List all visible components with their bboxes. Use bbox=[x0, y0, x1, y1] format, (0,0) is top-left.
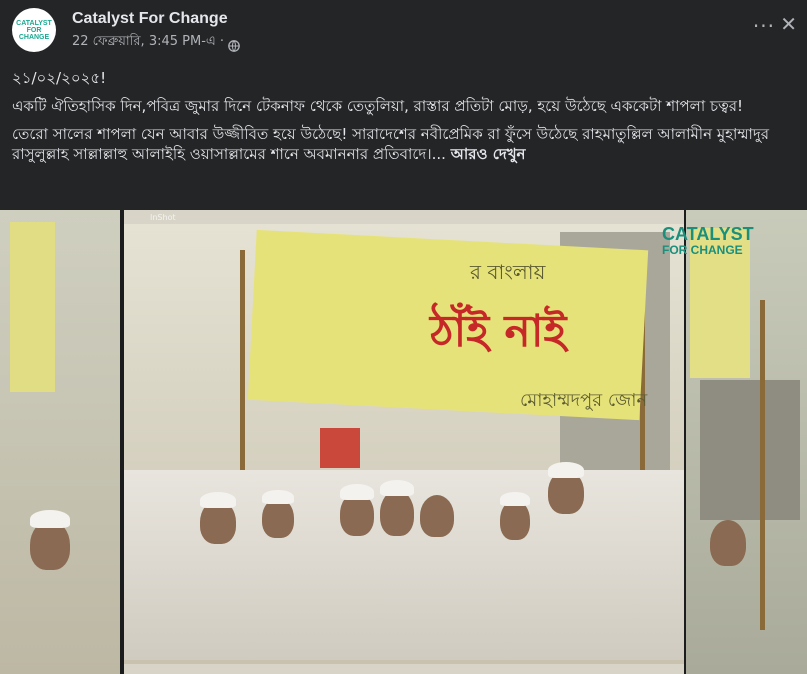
protester bbox=[380, 490, 414, 536]
background-building bbox=[700, 380, 800, 520]
protester bbox=[500, 500, 530, 540]
post-paragraph-date: ২১/০২/২০২৫! bbox=[12, 69, 107, 87]
watermark-line-1: CATALYST bbox=[662, 224, 754, 244]
protester-cap bbox=[548, 462, 584, 478]
protester bbox=[420, 495, 454, 537]
more-options-icon[interactable]: ··· bbox=[753, 16, 775, 36]
facebook-post: CATALYST FOR CHANGE Catalyst For Change … bbox=[0, 0, 807, 674]
protester bbox=[710, 520, 746, 566]
post-meta: 22 ফেব্রুয়ারি, 3:45 PM-এ · bbox=[72, 32, 240, 53]
red-sign bbox=[320, 428, 360, 468]
watermark-line-2: FOR CHANGE bbox=[662, 243, 743, 257]
protester-cap bbox=[30, 510, 70, 528]
banner-bottom-text: মোহাম্মদপুর জোন bbox=[520, 390, 648, 411]
post-timestamp[interactable]: 22 ফেব্রুয়ারি, 3:45 PM-এ · bbox=[72, 32, 224, 53]
protest-banner-left bbox=[10, 222, 55, 392]
protester-cap bbox=[500, 492, 530, 506]
inshot-watermark: InShot bbox=[150, 213, 176, 222]
post-paragraph-1: একটি ঐতিহাসিক দিন,পবিত্র জুমার দিনে টেকন… bbox=[12, 97, 744, 115]
post-paragraph-2-text: তেরো সালের শাপলা যেন আবার উজ্জীবিত হয়ে … bbox=[12, 125, 769, 163]
protester-cap bbox=[200, 492, 236, 508]
protester bbox=[262, 498, 294, 538]
page-avatar[interactable]: CATALYST FOR CHANGE bbox=[12, 8, 56, 52]
banner-main-text: ঠাঁই নাই bbox=[430, 306, 567, 357]
protester-cap bbox=[340, 484, 374, 500]
protester-cap bbox=[262, 490, 294, 504]
avatar-logo-text: CATALYST FOR CHANGE bbox=[16, 19, 52, 41]
see-more-link[interactable]: আরও দেখুন bbox=[451, 145, 526, 163]
post-text: ২১/০২/২০২৫! একটি ঐতিহাসিক দিন,পবিত্র জুম… bbox=[12, 68, 792, 172]
banner-pole bbox=[760, 300, 765, 630]
post-paragraph-2: তেরো সালের শাপলা যেন আবার উজ্জীবিত হয়ে … bbox=[12, 124, 792, 164]
globe-icon bbox=[228, 37, 240, 52]
post-header: CATALYST FOR CHANGE Catalyst For Change … bbox=[12, 8, 797, 54]
banner-top-text: র বাংলায় bbox=[470, 260, 546, 284]
catalyst-watermark-logo: CATALYST FOR CHANGE bbox=[662, 224, 754, 258]
page-name-link[interactable]: Catalyst For Change bbox=[72, 10, 228, 28]
protester-cap bbox=[380, 480, 414, 496]
close-icon[interactable]: ✕ bbox=[780, 14, 797, 34]
